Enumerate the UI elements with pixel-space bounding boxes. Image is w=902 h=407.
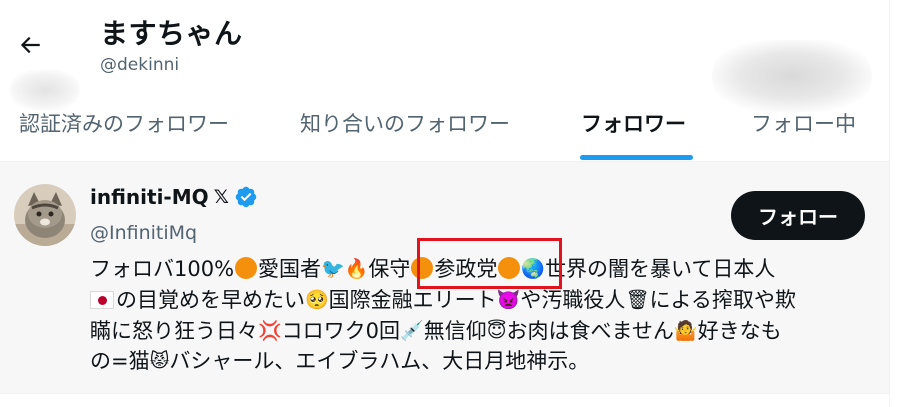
bio-text: 愛国者 xyxy=(258,257,322,281)
bio-text: 無信仰 xyxy=(423,319,487,343)
profile-handle: @dekinni xyxy=(100,55,180,75)
x-logo-icon: 𝕏 xyxy=(213,186,229,208)
verified-badge-icon xyxy=(234,185,258,209)
user-name-row[interactable]: infiniti-MQ 𝕏 xyxy=(90,185,258,209)
tab-followers[interactable]: フォロワー xyxy=(581,108,686,158)
bio-text: 世界の闇を暴いて日本人 xyxy=(545,257,776,281)
tab-label: 認証済みのフォロワー xyxy=(19,112,229,136)
bio-text: 保守 xyxy=(368,257,411,281)
person-shrugging-icon: 🤷 xyxy=(673,320,698,342)
tab-label: フォロワー xyxy=(581,112,686,136)
tab-following[interactable]: フォロー中 xyxy=(751,108,856,158)
back-button[interactable] xyxy=(10,25,50,65)
bio-text: の目覚めを早めたい xyxy=(116,288,305,312)
halo-face-icon: 😇 xyxy=(486,320,507,342)
bio-text: 国際金融エリート xyxy=(328,288,497,312)
tab-label: 知り合いのフォロワー xyxy=(300,112,510,136)
bio-text: コロワク0回 xyxy=(281,319,401,343)
highlight-annotation-box xyxy=(417,238,562,289)
bio-line-2: の目覚めを早めたい🥺国際金融エリート👿や汚職役人🗑による搾取や欺 xyxy=(90,285,796,315)
fire-icon: 🔥 xyxy=(344,258,369,280)
bio-line-4: の=猫😾バシャール、エイブラハム、大日月地神示。 xyxy=(90,346,589,376)
avatar[interactable] xyxy=(14,184,76,246)
active-tab-indicator xyxy=(580,155,693,160)
column-border xyxy=(889,0,890,407)
bio-line-3: 瞞に怒り狂う日々💢コロワク0回💉無信仰😇お肉は食べません🤷好きなも xyxy=(90,316,782,346)
bio-text: 好きなも xyxy=(697,319,782,343)
follow-button[interactable]: フォロー xyxy=(731,191,865,240)
tab-label: フォロー中 xyxy=(751,112,856,136)
bio-text: の=猫 xyxy=(90,349,150,373)
wastebasket-icon: 🗑 xyxy=(625,289,650,311)
anger-symbol-icon: 💢 xyxy=(258,320,282,342)
bio-text: 瞞に怒り狂う日々 xyxy=(90,319,258,343)
back-arrow-icon xyxy=(20,36,40,54)
profile-title: ますちゃん xyxy=(100,17,243,50)
tab-followers-you-know[interactable]: 知り合いのフォロワー xyxy=(300,108,510,158)
bio-text: による搾取や欺 xyxy=(649,288,796,312)
user-handle: @InfinitiMq xyxy=(90,222,198,244)
divider xyxy=(0,393,889,394)
japan-flag-icon xyxy=(90,291,114,309)
blurred-region xyxy=(712,40,872,112)
cat-face-icon: 😾 xyxy=(149,350,170,372)
imp-face-icon: 👿 xyxy=(496,289,521,311)
cat-avatar-icon xyxy=(14,184,76,246)
pleading-face-icon: 🥺 xyxy=(305,289,329,311)
bio-text: や汚職役人 xyxy=(520,288,626,312)
tab-verified-followers[interactable]: 認証済みのフォロワー xyxy=(19,108,229,158)
syringe-icon: 💉 xyxy=(400,320,424,342)
orange-circle-icon xyxy=(235,257,258,279)
user-display-name: infiniti-MQ xyxy=(90,185,209,209)
blurred-region xyxy=(10,70,80,110)
bird-icon: 🐦 xyxy=(321,258,345,280)
bio-text: お肉は食べません xyxy=(506,319,674,343)
bio-text: フォロバ100% xyxy=(90,257,235,281)
bio-text: バシャール、エイブラハム、大日月地神示。 xyxy=(169,349,590,373)
